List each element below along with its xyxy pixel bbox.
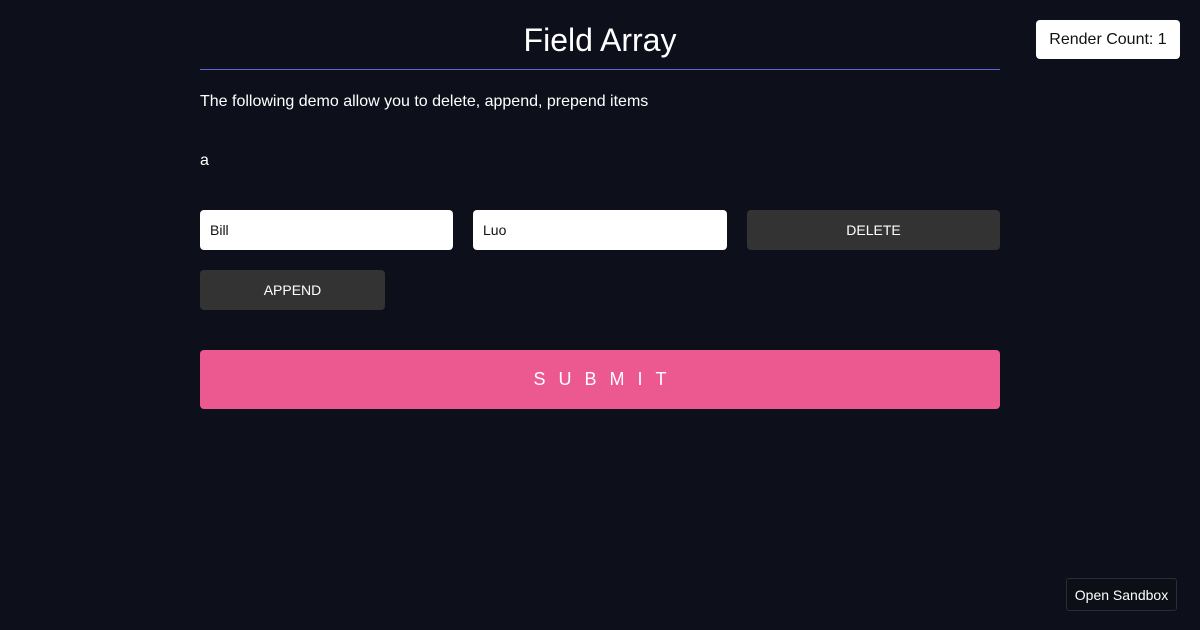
page-description: The following demo allow you to delete, … <box>200 93 649 110</box>
delete-button[interactable]: DELETE <box>747 210 1000 250</box>
last-name-input[interactable] <box>473 210 727 250</box>
form-container: Field Array The following demo allow you… <box>200 0 1000 409</box>
page-title: Field Array <box>523 22 677 58</box>
submit-button[interactable]: SUBMIT <box>200 350 1000 409</box>
title-section: Field Array <box>200 0 1000 70</box>
field-array-row: DELETE <box>200 210 1000 250</box>
append-button[interactable]: APPEND <box>200 270 385 310</box>
page: Field Array The following demo allow you… <box>0 0 1200 630</box>
field-array-label: a <box>200 152 209 169</box>
open-sandbox-button[interactable]: Open Sandbox <box>1066 578 1177 611</box>
first-name-input[interactable] <box>200 210 453 250</box>
render-count-badge: Render Count: 1 <box>1036 20 1180 59</box>
